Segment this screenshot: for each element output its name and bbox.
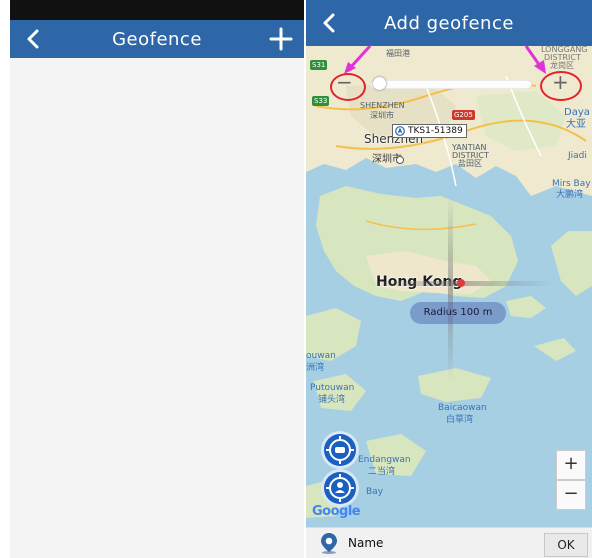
- locate-me-button[interactable]: [324, 472, 356, 504]
- device-label: TKS1-51389: [408, 126, 463, 136]
- map-label: 二当湾: [368, 467, 396, 477]
- map-label: 盐田区: [458, 159, 482, 168]
- road-badge: S31: [310, 60, 328, 70]
- map-label: 大亚: [566, 119, 586, 130]
- page-title: Add geofence: [384, 13, 514, 34]
- map-label: ouwan: [306, 351, 336, 361]
- add-geofence-header: Add geofence: [306, 0, 592, 46]
- map-label: Daya: [564, 107, 590, 118]
- person-locate-icon: [326, 474, 354, 502]
- status-bar: [10, 0, 304, 20]
- add-geofence-screen: Add geofence 福田港 LONGGANG DISTRICT 龙岗区 S…: [306, 0, 592, 558]
- zoom-out-button[interactable]: −: [556, 480, 586, 510]
- device-location-dot: [396, 156, 404, 164]
- geofence-center-marker[interactable]: [457, 279, 465, 287]
- map-label: Putouwan: [310, 383, 355, 393]
- add-geofence-icon[interactable]: [266, 23, 296, 55]
- radius-label: Radius 100 m: [410, 302, 506, 324]
- map-label: Baicaowan: [438, 403, 487, 413]
- navigation-arrow-icon: [395, 126, 405, 136]
- map-label: 洲湾: [306, 363, 325, 373]
- road-badge: G205: [452, 110, 475, 120]
- map-label: 深圳市: [370, 111, 394, 120]
- map-label: Bay: [366, 487, 384, 497]
- annotation-arrow-icon: [524, 46, 546, 74]
- locate-device-button[interactable]: [324, 434, 356, 466]
- slider-handle[interactable]: [372, 77, 386, 90]
- name-input-label[interactable]: Name: [348, 536, 383, 550]
- name-bar: Name OK: [306, 527, 592, 558]
- zoom-in-button[interactable]: +: [556, 450, 586, 480]
- map-label: 大鹏湾: [556, 190, 584, 200]
- map-label: Mirs Bay: [552, 179, 591, 189]
- crosshair-vertical: [448, 196, 453, 381]
- road-badge: S33: [312, 96, 330, 106]
- map-label: 白草湾: [446, 415, 474, 425]
- map-label: 福田港: [386, 49, 410, 58]
- geofence-list-screen: Geofence: [10, 0, 304, 558]
- map-label: Endangwan: [358, 455, 411, 465]
- slider-track[interactable]: [370, 80, 532, 89]
- map-label: Jiadi: [568, 151, 587, 161]
- map-label: SHENZHEN: [360, 101, 405, 110]
- car-locate-icon: [326, 436, 354, 464]
- ok-button[interactable]: OK: [544, 533, 588, 557]
- geofence-list: [10, 58, 304, 558]
- map-view[interactable]: 福田港 LONGGANG DISTRICT 龙岗区 S31 S33 G205 S…: [306, 46, 592, 528]
- map-label: 铺头湾: [318, 395, 346, 405]
- geofence-header: Geofence: [10, 20, 304, 58]
- location-pin-icon: [321, 533, 337, 554]
- annotation-circle: [330, 73, 366, 101]
- page-title: Geofence: [112, 29, 202, 50]
- device-marker[interactable]: TKS1-51389: [392, 124, 467, 138]
- google-attribution: Google: [312, 504, 361, 519]
- annotation-arrow-icon: [344, 46, 372, 74]
